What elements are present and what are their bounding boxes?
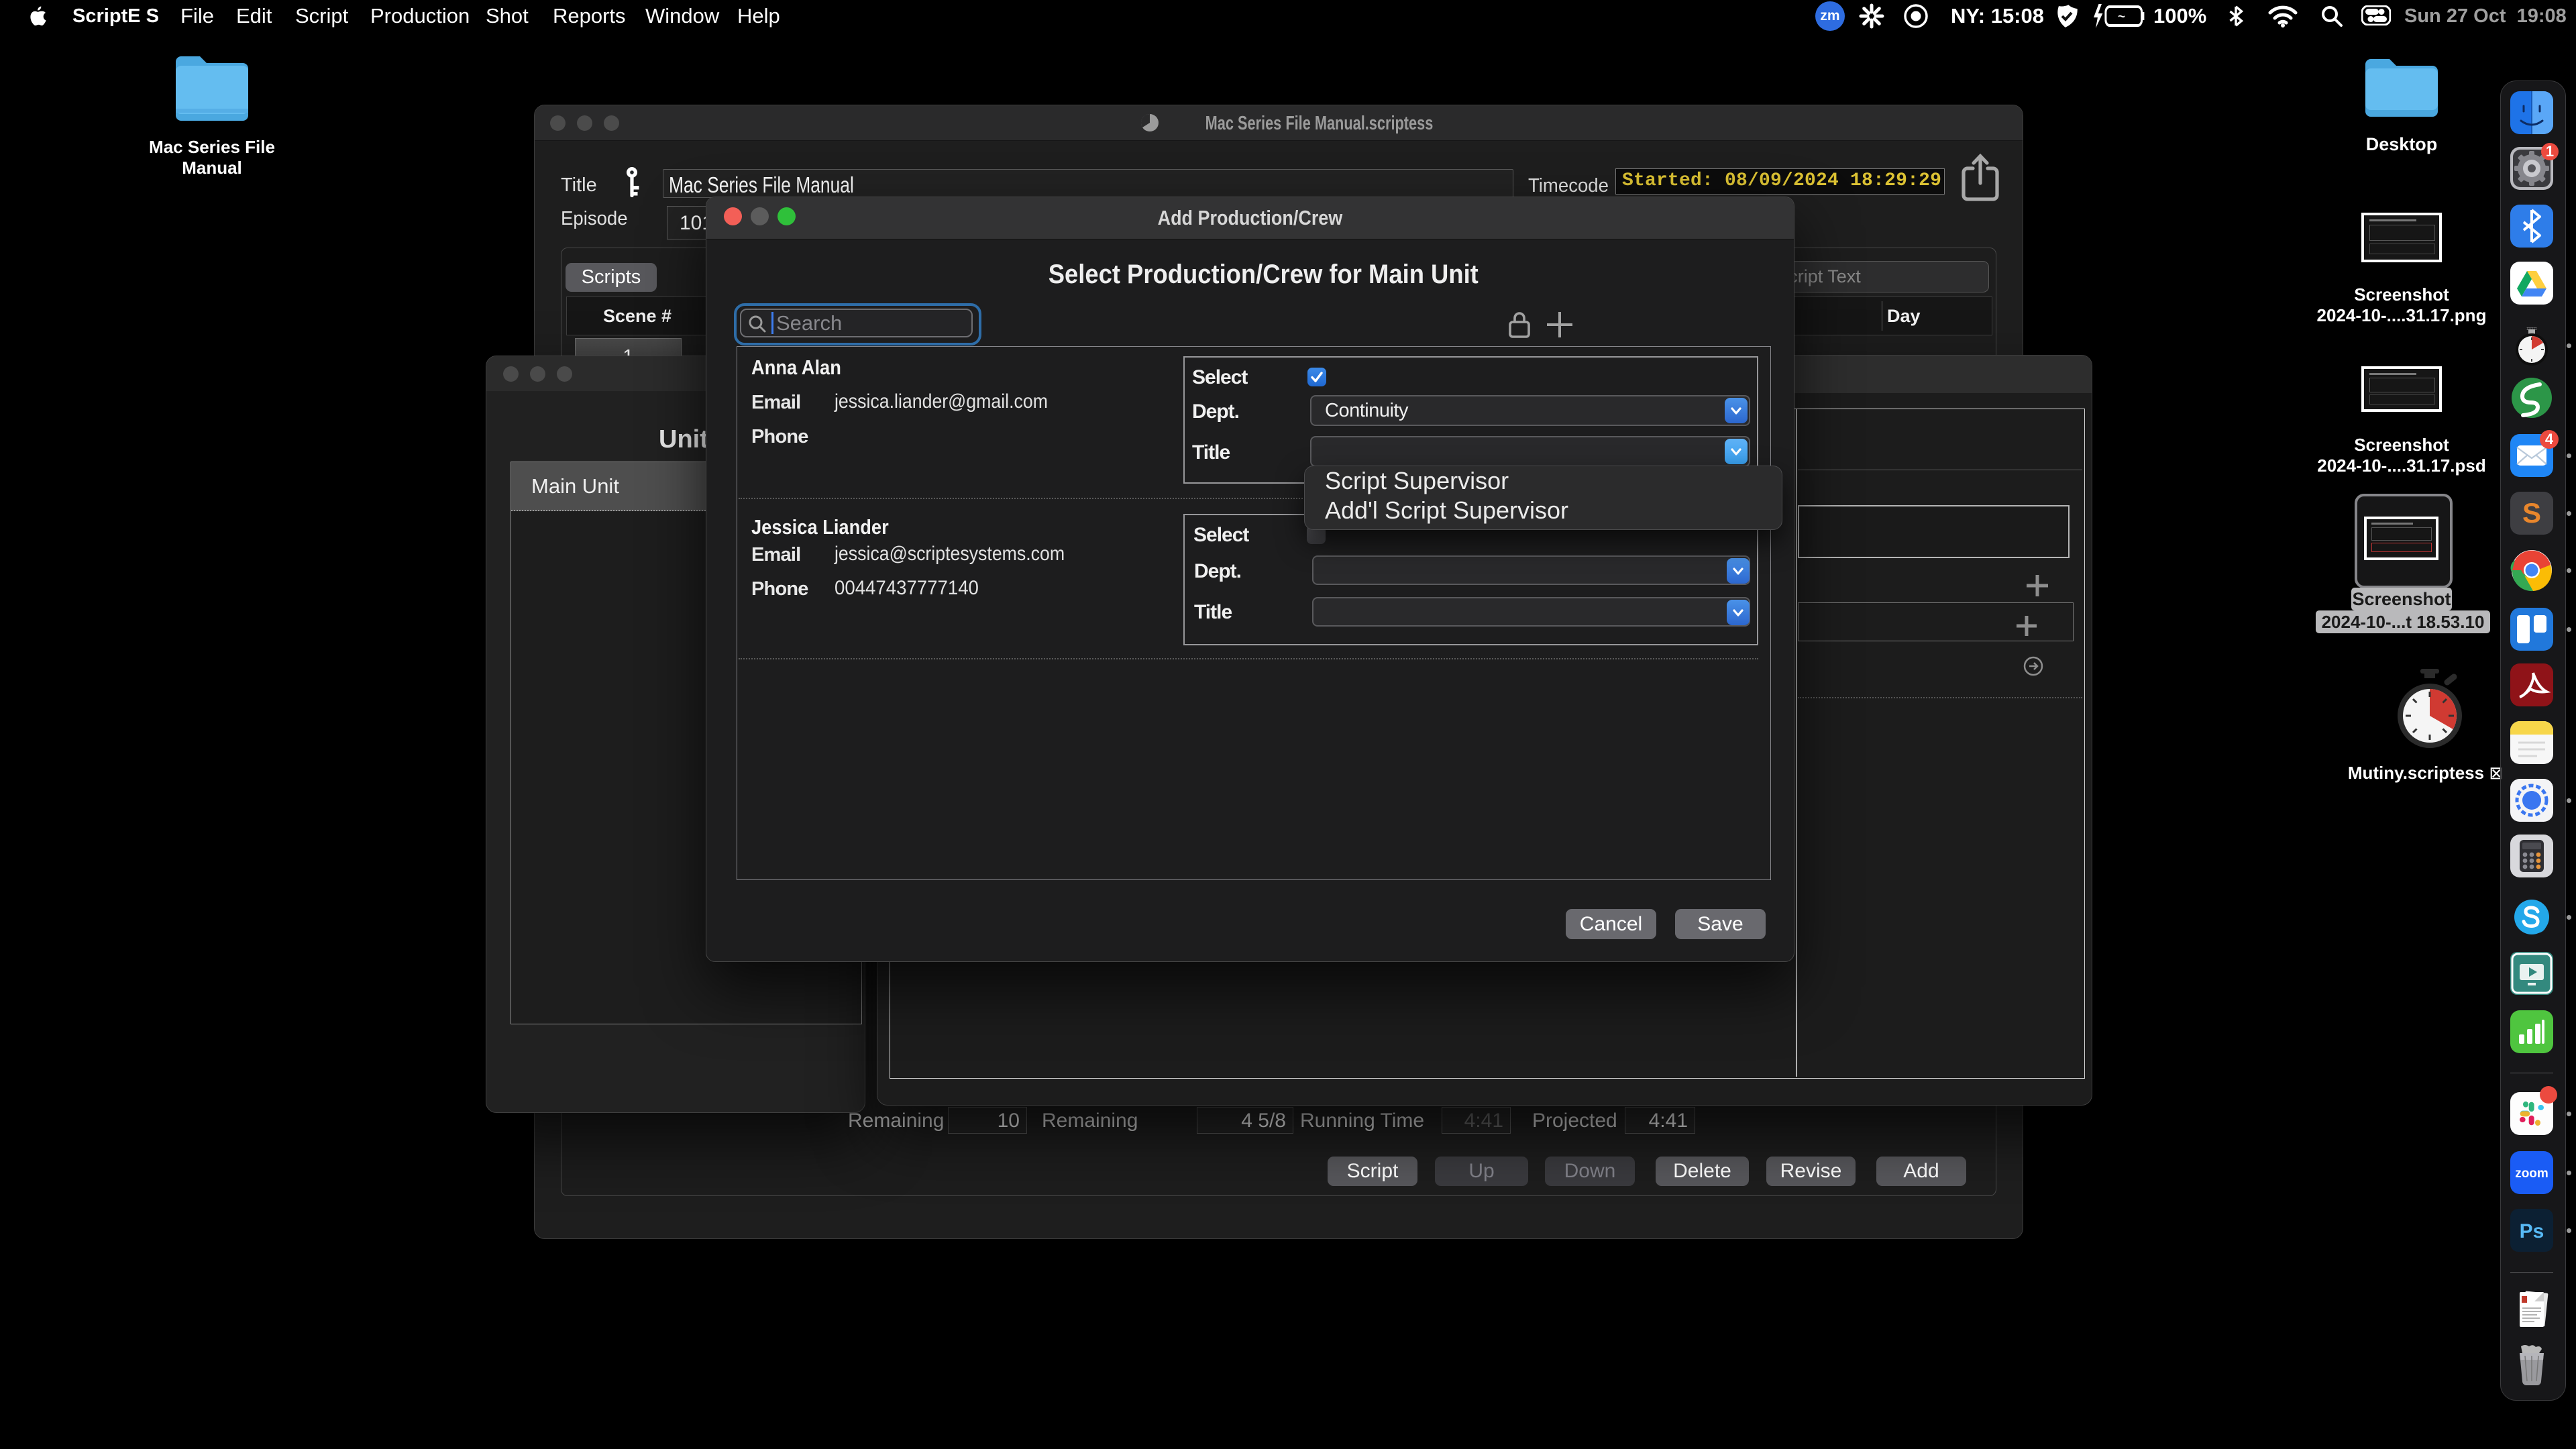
svg-text:Ps: Ps	[2520, 1220, 2544, 1242]
svg-text:S: S	[2522, 497, 2541, 529]
svg-text:~: ~	[2118, 6, 2125, 25]
svg-text:zoom: zoom	[2515, 1167, 2548, 1181]
